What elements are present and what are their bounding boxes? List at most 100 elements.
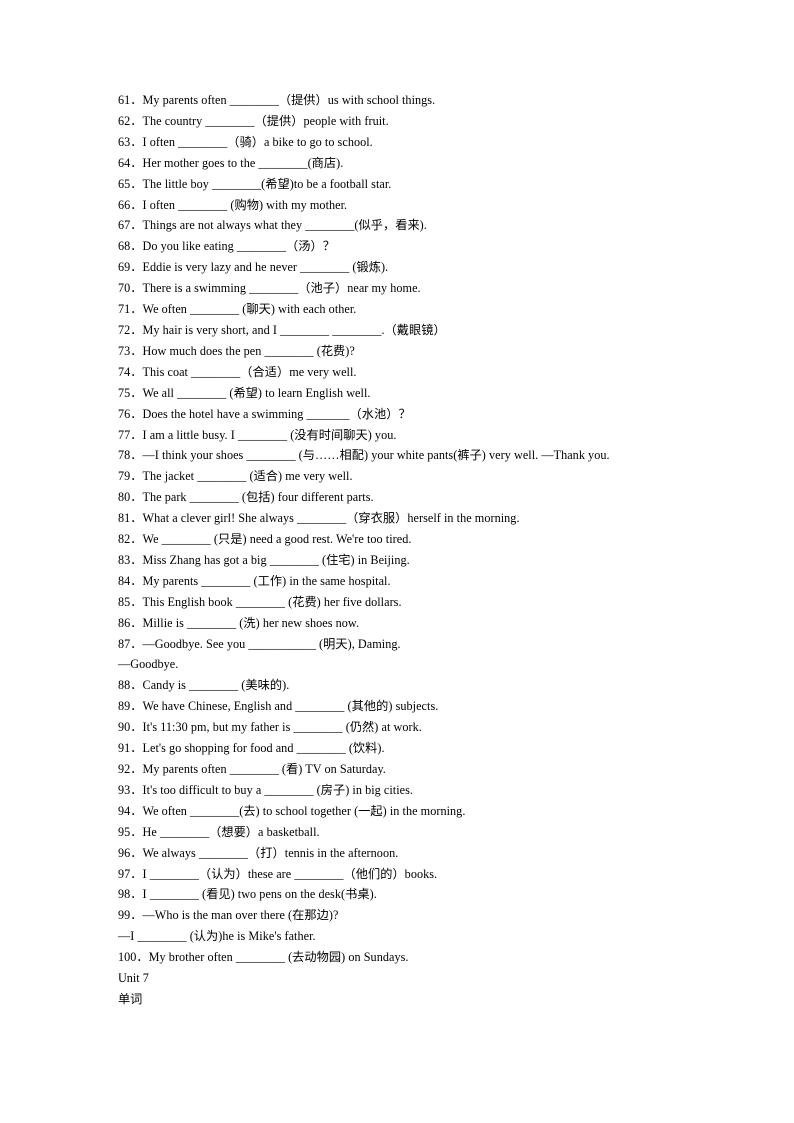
question-text: Does the hotel have a swimming _______（水… <box>142 406 411 421</box>
question-number: 84． <box>118 573 143 588</box>
question-number: 71． <box>118 302 143 317</box>
question-text: I often ________（骑）a bike to go to schoo… <box>142 134 373 149</box>
question-text: We have Chinese, English and ________ (其… <box>142 699 439 714</box>
question-continuation-line: —I ________ (认为)he is Mike's father. <box>118 926 718 947</box>
question-line: 83．Miss Zhang has got a big ________ (住宅… <box>118 550 718 571</box>
question-number: 78． <box>118 448 143 463</box>
question-number: 88． <box>118 678 143 693</box>
question-text: —Goodbye. <box>118 657 179 672</box>
question-line: 64．Her mother goes to the ________(商店). <box>118 153 718 174</box>
footer-unit-label: Unit 7 <box>118 971 149 986</box>
question-line: 61．My parents often ________（提供）us with … <box>118 90 718 111</box>
question-line: 93．It's too difficult to buy a ________ … <box>118 780 718 801</box>
question-text: The country ________（提供）people with frui… <box>142 113 389 128</box>
question-number: 68． <box>118 239 143 254</box>
question-number: 99． <box>118 908 143 923</box>
question-number: 74． <box>118 364 143 379</box>
question-number: 89． <box>118 699 143 714</box>
question-number: 61． <box>118 93 143 107</box>
question-text: —Goodbye. See you ___________ (明天), Dami… <box>142 636 401 651</box>
question-text: My parents ________ (工作) in the same hos… <box>142 573 391 588</box>
question-number: 65． <box>118 176 143 191</box>
question-text: The park ________ (包括) four different pa… <box>142 490 374 505</box>
question-text: —I think your shoes ________ (与……相配) you… <box>142 448 610 463</box>
question-text: I often ________ (购物) with my mother. <box>142 197 348 212</box>
question-line: 97．I ________（认为）these are ________（他们的）… <box>118 864 718 885</box>
question-number: 92． <box>118 762 143 776</box>
question-line: 100．My brother often ________ (去动物园) on … <box>118 947 718 968</box>
question-line: 80．The park ________ (包括) four different… <box>118 487 718 508</box>
question-text: Millie is ________ (洗) her new shoes now… <box>142 615 360 630</box>
question-number: 97． <box>118 866 143 881</box>
question-number: 98． <box>118 887 143 902</box>
question-line: 75．We all ________ (希望) to learn English… <box>118 383 718 404</box>
question-line: 84．My parents ________ (工作) in the same … <box>118 571 718 592</box>
question-line: 98．I ________ (看见) two pens on the desk(… <box>118 884 718 905</box>
question-line: 82．We ________ (只是) need a good rest. We… <box>118 529 718 550</box>
question-number: 67． <box>118 218 143 233</box>
question-line: 87．—Goodbye. See you ___________ (明天), D… <box>118 634 718 655</box>
question-text: Do you like eating ________（汤）？ <box>142 239 335 254</box>
question-line: 91．Let's go shopping for food and ______… <box>118 738 718 759</box>
question-text: Her mother goes to the ________(商店). <box>142 155 344 170</box>
question-number: 72． <box>118 322 143 337</box>
question-line: 85．This English book ________ (花费) her f… <box>118 592 718 613</box>
question-line: 65．The little boy ________(希望)to be a fo… <box>118 174 718 195</box>
question-text: It's 11:30 pm, but my father is ________… <box>142 720 422 735</box>
question-line: 71．We often ________ (聊天) with each othe… <box>118 299 718 320</box>
question-line: 86．Millie is ________ (洗) her new shoes … <box>118 613 718 634</box>
question-text: Miss Zhang has got a big ________ (住宅) i… <box>142 552 410 567</box>
question-text: This English book ________ (花费) her five… <box>142 594 402 609</box>
question-line: 90．It's 11:30 pm, but my father is _____… <box>118 717 718 738</box>
question-number: 94． <box>118 803 143 818</box>
question-number: 87． <box>118 636 143 651</box>
question-text: We always ________（打）tennis in the after… <box>142 845 399 860</box>
question-number: 63． <box>118 134 143 149</box>
question-line: 78．—I think your shoes ________ (与……相配) … <box>118 445 718 466</box>
question-text: —Who is the man over there (在那边)? <box>142 908 339 923</box>
question-number: 90． <box>118 720 143 735</box>
question-line: 95．He ________（想要）a basketball. <box>118 822 718 843</box>
question-list: 61．My parents often ________（提供）us with … <box>118 90 718 1010</box>
question-text: Candy is ________ (美味的). <box>142 678 290 693</box>
question-number: 85． <box>118 594 143 609</box>
question-line: 94．We often ________(去) to school togeth… <box>118 801 718 822</box>
question-number: 76． <box>118 406 143 421</box>
question-text: My parents often ________（提供）us with sch… <box>142 93 436 107</box>
question-number: 100． <box>118 950 149 965</box>
question-number: 81． <box>118 511 143 526</box>
question-text: My parents often ________ (看) TV on Satu… <box>142 762 386 776</box>
question-continuation-line: —Goodbye. <box>118 654 718 675</box>
question-text: How much does the pen ________ (花费)? <box>142 343 355 358</box>
question-number: 96． <box>118 845 143 860</box>
question-number: 86． <box>118 615 143 630</box>
question-number: 64． <box>118 155 143 170</box>
question-text: Eddie is very lazy and he never ________… <box>142 260 389 275</box>
question-line: 81．What a clever girl! She always ______… <box>118 508 718 529</box>
question-text: The jacket ________ (适合) me very well. <box>142 469 353 484</box>
question-lines-container: 61．My parents often ________（提供）us with … <box>118 90 718 968</box>
question-number: 69． <box>118 260 143 275</box>
question-number: 66． <box>118 197 143 212</box>
question-line: 76．Does the hotel have a swimming ______… <box>118 404 718 425</box>
question-number: 80． <box>118 490 143 505</box>
question-line: 74．This coat ________（合适）me very well. <box>118 362 718 383</box>
worksheet-page: 61．My parents often ________（提供）us with … <box>0 0 794 1123</box>
question-text: I am a little busy. I ________ (没有时间聊天) … <box>142 427 397 442</box>
question-text: We ________ (只是) need a good rest. We're… <box>142 532 412 547</box>
footer-section-label: 单词 <box>118 991 143 1006</box>
question-line: 92．My parents often ________ (看) TV on S… <box>118 759 718 780</box>
question-line: 70．There is a swimming ________（池子）near … <box>118 278 718 299</box>
question-line: 69．Eddie is very lazy and he never _____… <box>118 257 718 278</box>
question-number: 77． <box>118 427 143 442</box>
question-line: 62．The country ________（提供）people with f… <box>118 111 718 132</box>
question-text: It's too difficult to buy a ________ (房子… <box>142 782 414 797</box>
question-text: I ________（认为）these are ________（他们的）boo… <box>142 866 438 881</box>
question-line: 88．Candy is ________ (美味的). <box>118 675 718 696</box>
question-text: He ________（想要）a basketball. <box>142 824 320 839</box>
question-text: My brother often ________ (去动物园) on Sund… <box>148 950 409 965</box>
question-number: 75． <box>118 385 143 400</box>
question-line: 77．I am a little busy. I ________ (没有时间聊… <box>118 425 718 446</box>
question-line: 67．Things are not always what they _____… <box>118 215 718 236</box>
question-line: 66．I often ________ (购物) with my mother. <box>118 195 718 216</box>
